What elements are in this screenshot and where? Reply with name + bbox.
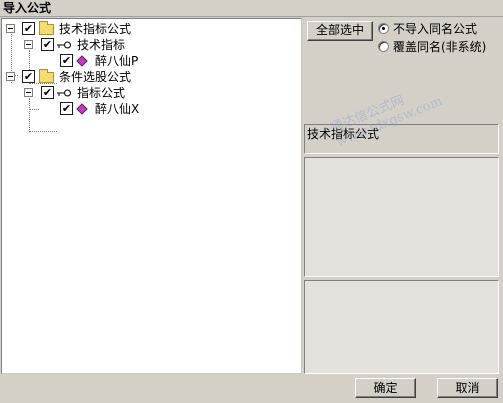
- collapse-icon[interactable]: [6, 72, 15, 81]
- formula-detail-panel: [304, 280, 499, 374]
- tree-node-formula[interactable]: 醉八仙P: [2, 53, 301, 69]
- tree-node-label: 条件选股公式: [59, 70, 132, 84]
- checkbox-checked[interactable]: [41, 38, 54, 51]
- tree-node-label: 技术指标公式: [59, 22, 132, 36]
- tree-node-label: 醉八仙P: [95, 54, 139, 68]
- tree-node-tech-formula-folder[interactable]: 技术指标公式: [2, 21, 301, 37]
- tree-node-indicator-formula[interactable]: 指标公式: [2, 85, 301, 101]
- cancel-button[interactable]: 取消: [437, 378, 498, 398]
- checkbox-checked[interactable]: [60, 102, 73, 115]
- select-all-button[interactable]: 全部选中: [307, 21, 373, 41]
- folder-icon: [39, 69, 54, 83]
- title-bar[interactable]: 导入公式: [0, 0, 503, 17]
- collapse-icon[interactable]: [24, 88, 33, 97]
- ok-button[interactable]: 确定: [355, 378, 416, 398]
- checkbox-checked[interactable]: [22, 70, 35, 83]
- tree-node-label: 醉八仙X: [95, 102, 140, 116]
- radio-skip-label: 不导入同名公式: [393, 22, 478, 36]
- formula-tree[interactable]: 技术指标公式 技术指标 醉八仙P 条件选股公式 指标公式: [1, 18, 302, 374]
- formula-description-panel: [304, 157, 499, 277]
- key-icon: [57, 89, 71, 97]
- checkbox-checked[interactable]: [60, 54, 73, 67]
- radio-unselected-icon[interactable]: [378, 41, 389, 52]
- tree-node-stock-selection-folder[interactable]: 条件选股公式: [2, 69, 301, 85]
- tree-node-formula[interactable]: 醉八仙X: [2, 101, 301, 117]
- radio-overwrite-label: 覆盖同名(非系统): [393, 40, 487, 54]
- formula-info-label: 技术指标公式: [307, 127, 380, 141]
- formula-icon: [76, 103, 88, 115]
- formula-info-panel: 技术指标公式: [304, 124, 499, 154]
- tree-node-label: 指标公式: [77, 86, 126, 100]
- window-title: 导入公式: [3, 1, 52, 15]
- radio-selected-icon[interactable]: [378, 23, 389, 34]
- formula-icon: [76, 55, 88, 67]
- radio-skip-duplicates[interactable]: 不导入同名公式: [378, 22, 498, 36]
- key-icon: [57, 41, 71, 49]
- folder-icon: [39, 21, 54, 35]
- checkbox-checked[interactable]: [22, 22, 35, 35]
- checkbox-checked[interactable]: [41, 86, 54, 99]
- tree-node-tech-indicator[interactable]: 技术指标: [2, 37, 301, 53]
- collapse-icon[interactable]: [24, 40, 33, 49]
- radio-overwrite-duplicates[interactable]: 覆盖同名(非系统): [378, 40, 498, 54]
- tree-connector: [29, 131, 57, 132]
- tree-node-label: 技术指标: [77, 38, 126, 52]
- collapse-icon[interactable]: [6, 24, 15, 33]
